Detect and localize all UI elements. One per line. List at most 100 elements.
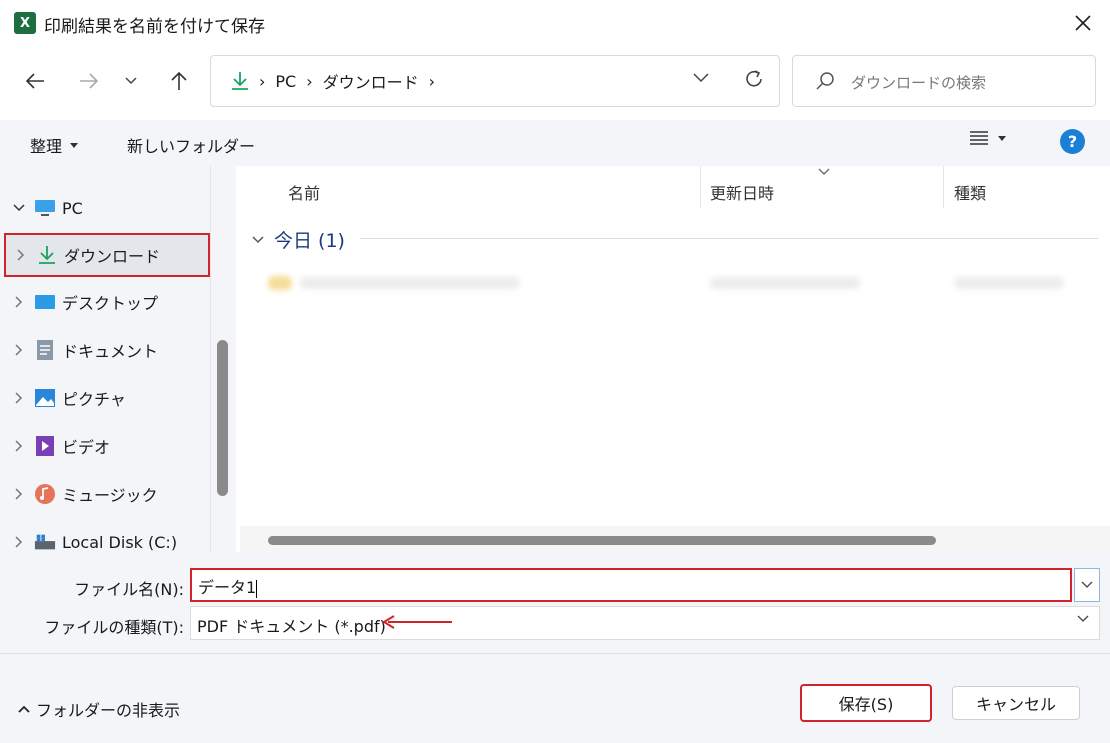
- title-bar: X 印刷結果を名前を付けて保存: [0, 0, 1110, 46]
- annotation-arrow-icon: [382, 615, 452, 629]
- breadcrumb-separator-icon: ›: [428, 71, 436, 91]
- sidebar-item-videos[interactable]: ビデオ: [4, 424, 210, 468]
- blurred-file-name: [300, 277, 520, 289]
- hide-folders-button[interactable]: フォルダーの非表示: [18, 697, 180, 721]
- sidebar-scrollbar[interactable]: [217, 340, 228, 496]
- chevron-down-icon: [1077, 615, 1089, 622]
- chevron-right-icon[interactable]: [4, 440, 34, 452]
- excel-app-icon: X: [14, 12, 39, 34]
- arrow-left-icon: [25, 73, 44, 89]
- blurred-file-date: [710, 277, 860, 289]
- organize-menu[interactable]: 整理: [30, 133, 79, 157]
- sidebar-item-label: デスクトップ: [62, 294, 159, 313]
- forward-button[interactable]: [72, 64, 106, 98]
- sidebar-item-music[interactable]: ミュージック: [4, 472, 210, 516]
- sort-chevron-icon: [818, 168, 830, 175]
- search-placeholder: ダウンロードの検索: [851, 74, 987, 92]
- recent-locations-button[interactable]: [116, 64, 146, 98]
- disk-icon: [34, 531, 56, 552]
- file-row-blurred[interactable]: [264, 266, 1084, 300]
- breadcrumb-pc[interactable]: PC: [275, 72, 296, 91]
- sidebar-item-label: PC: [62, 198, 83, 218]
- filename-input[interactable]: データ1: [190, 568, 1072, 602]
- breadcrumb: › PC › ダウンロード ›: [231, 69, 435, 93]
- sidebar-item-downloads[interactable]: ダウンロード: [4, 233, 210, 277]
- chevron-right-icon[interactable]: [4, 536, 34, 548]
- sidebar-item-label: ミュージック: [62, 486, 158, 505]
- sidebar-item-label: ダウンロード: [64, 247, 161, 266]
- sidebar-item-label: ドキュメント: [62, 342, 159, 361]
- hide-folders-label: フォルダーの非表示: [36, 701, 181, 720]
- group-divider: [360, 238, 1098, 239]
- pc-icon: [34, 197, 56, 219]
- chevron-down-icon: [1081, 581, 1093, 588]
- column-divider[interactable]: [700, 166, 701, 208]
- list-view-icon: [970, 131, 988, 145]
- new-folder-button[interactable]: 新しいフォルダー: [127, 133, 255, 157]
- folder-icon: [268, 276, 292, 290]
- column-divider[interactable]: [943, 166, 944, 208]
- group-label: 今日 (1): [274, 230, 345, 252]
- breadcrumb-separator-icon: ›: [306, 71, 313, 91]
- organize-label: 整理: [30, 137, 63, 156]
- filetype-select[interactable]: PDF ドキュメント (*.pdf): [190, 606, 1100, 640]
- filetype-value: PDF ドキュメント (*.pdf): [197, 617, 386, 636]
- chevron-right-icon[interactable]: [4, 344, 34, 356]
- cancel-button[interactable]: キャンセル: [952, 686, 1080, 720]
- sidebar-item-documents[interactable]: ドキュメント: [4, 328, 210, 372]
- music-icon: [34, 483, 56, 505]
- download-icon: [232, 72, 248, 90]
- video-icon: [34, 435, 56, 457]
- navigation-pane: PC ダウンロード デスクトップ ドキュメント ピクチャ ビデオ ミュージック …: [0, 166, 236, 552]
- breadcrumb-downloads[interactable]: ダウンロード: [323, 69, 419, 93]
- up-button[interactable]: [162, 64, 196, 98]
- file-list: 名前 更新日時 種類 今日 (1): [240, 166, 1110, 552]
- sidebar-item-pictures[interactable]: ピクチャ: [4, 376, 210, 420]
- address-bar[interactable]: › PC › ダウンロード ›: [210, 55, 780, 107]
- chevron-right-icon[interactable]: [4, 296, 34, 308]
- pictures-icon: [34, 387, 56, 409]
- sidebar-item-local-disk[interactable]: Local Disk (C:): [4, 520, 210, 552]
- search-box[interactable]: ダウンロードの検索: [792, 55, 1096, 107]
- filename-label: ファイル名(N):: [74, 580, 184, 599]
- blurred-file-type: [954, 277, 1064, 289]
- search-icon: [816, 72, 834, 90]
- address-history-button[interactable]: [693, 69, 709, 87]
- chevron-down-icon: [125, 77, 137, 85]
- filetype-label: ファイルの種類(T):: [44, 618, 184, 637]
- sidebar-divider: [210, 166, 211, 552]
- group-header-today[interactable]: 今日 (1): [252, 226, 345, 253]
- column-header-modified[interactable]: 更新日時: [710, 180, 774, 204]
- document-icon: [34, 339, 56, 361]
- refresh-icon: [746, 70, 762, 87]
- caret-down-icon: [70, 142, 79, 148]
- help-icon: ?: [1067, 132, 1078, 151]
- chevron-right-icon[interactable]: [6, 249, 36, 261]
- back-button[interactable]: [18, 64, 52, 98]
- close-button[interactable]: [1066, 8, 1100, 38]
- save-button[interactable]: 保存(S): [800, 684, 932, 722]
- help-button[interactable]: ?: [1060, 129, 1085, 154]
- sidebar-item-desktop[interactable]: デスクトップ: [4, 280, 210, 324]
- close-icon: [1075, 15, 1091, 31]
- desktop-icon: [34, 291, 56, 313]
- view-menu[interactable]: [970, 131, 1006, 145]
- command-bar: 整理 新しいフォルダー: [0, 120, 1110, 166]
- column-header-name[interactable]: 名前: [288, 180, 320, 204]
- column-header-type[interactable]: 種類: [954, 180, 986, 204]
- sidebar-item-label: ビデオ: [62, 438, 111, 457]
- sidebar-item-pc[interactable]: PC: [4, 186, 210, 230]
- chevron-down-icon[interactable]: [4, 204, 34, 212]
- caret-down-icon: [998, 135, 1006, 141]
- horizontal-scrollbar[interactable]: [268, 536, 936, 545]
- download-icon: [36, 244, 58, 266]
- refresh-button[interactable]: [743, 68, 765, 94]
- text-cursor: [256, 579, 258, 598]
- window-title: 印刷結果を名前を付けて保存: [44, 17, 265, 37]
- sidebar-item-label: Local Disk (C:): [62, 532, 178, 552]
- chevron-right-icon[interactable]: [4, 392, 34, 404]
- sidebar-item-label: ピクチャ: [62, 390, 126, 409]
- filename-history-dropdown[interactable]: [1074, 568, 1100, 602]
- chevron-up-icon: [18, 705, 30, 713]
- chevron-right-icon[interactable]: [4, 488, 34, 500]
